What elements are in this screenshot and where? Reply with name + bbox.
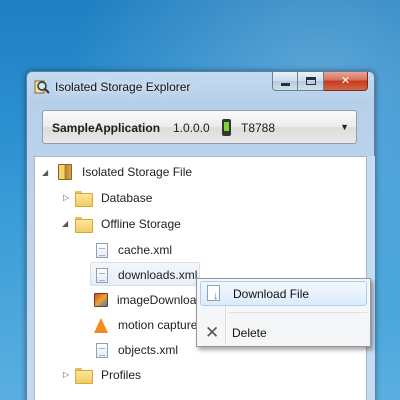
tree-item-image-download[interactable]: imageDownloa — [94, 289, 196, 311]
vlc-cone-icon — [94, 317, 108, 333]
menu-item-label: Download File — [233, 286, 310, 301]
menu-icon-slot: ✕ — [200, 323, 224, 343]
title-bar[interactable]: Isolated Storage Explorer ✕ — [27, 72, 374, 102]
image-file-icon — [94, 293, 108, 307]
menu-icon-slot — [201, 284, 225, 304]
menu-item-delete[interactable]: ✕ Delete — [200, 320, 367, 345]
xml-file-icon — [96, 342, 108, 358]
tree-item-label: imageDownloa — [117, 293, 197, 307]
tree-item-profiles[interactable]: Profiles — [75, 364, 141, 386]
maximize-icon — [305, 77, 316, 85]
open-folder-icon — [75, 217, 93, 233]
tree-item-offline-storage[interactable]: Offline Storage — [75, 213, 181, 235]
tree-item-label: objects.xml — [118, 343, 179, 357]
expand-arrow-icon[interactable]: ▷ — [63, 370, 69, 379]
tree-item-label: Offline Storage — [101, 217, 181, 231]
menu-separator — [229, 312, 367, 313]
collapse-arrow-icon[interactable]: ◢ — [42, 168, 48, 177]
tree-item-root[interactable]: Isolated Storage File — [58, 161, 192, 183]
tree-item-label: downloads.xml — [118, 268, 198, 282]
device-id: T8788 — [241, 121, 276, 135]
tree-item-label: motion capture — [118, 318, 198, 332]
caption-buttons: ✕ — [272, 72, 368, 91]
context-menu: Download File ✕ Delete — [196, 278, 371, 347]
tree-item-downloads-xml[interactable]: downloads.xml — [96, 264, 197, 286]
xml-file-icon — [96, 242, 108, 258]
tree-item-label: cache.xml — [118, 243, 173, 257]
tree-item-label: Database — [101, 191, 153, 205]
collapse-arrow-icon[interactable]: ◢ — [62, 219, 68, 228]
menu-item-label: Delete — [232, 325, 267, 340]
expand-arrow-icon[interactable]: ▷ — [63, 193, 69, 202]
storage-root-icon — [58, 164, 72, 180]
minimize-button[interactable] — [272, 72, 298, 91]
menu-item-download-file[interactable]: Download File — [200, 281, 367, 306]
minimize-icon — [280, 82, 290, 86]
tree-item-label: Profiles — [101, 368, 142, 382]
phone-icon — [222, 119, 231, 136]
window-title: Isolated Storage Explorer — [55, 80, 191, 94]
tree-item-database[interactable]: Database — [75, 187, 152, 209]
device-selector-dropdown[interactable]: SampleApplication 1.0.0.0 T8788 ▼ — [42, 110, 357, 144]
tree-item-objects-xml[interactable]: objects.xml — [96, 339, 178, 361]
delete-icon: ✕ — [205, 322, 220, 342]
folder-icon — [75, 191, 93, 207]
tree-item-motion-capture[interactable]: motion capture — [94, 314, 197, 336]
maximize-button[interactable] — [298, 72, 324, 91]
tree-item-cache-xml[interactable]: cache.xml — [96, 239, 172, 261]
close-icon: ✕ — [340, 74, 351, 87]
close-button[interactable]: ✕ — [324, 72, 368, 91]
dropdown-arrow-icon: ▼ — [340, 122, 349, 132]
app-version: 1.0.0.0 — [173, 121, 210, 135]
app-name: SampleApplication — [52, 121, 161, 135]
folder-icon — [75, 368, 93, 384]
magnifier-app-icon — [34, 79, 50, 95]
xml-file-icon — [96, 267, 108, 283]
tree-item-label: Isolated Storage File — [82, 165, 193, 179]
download-file-icon — [207, 284, 220, 302]
